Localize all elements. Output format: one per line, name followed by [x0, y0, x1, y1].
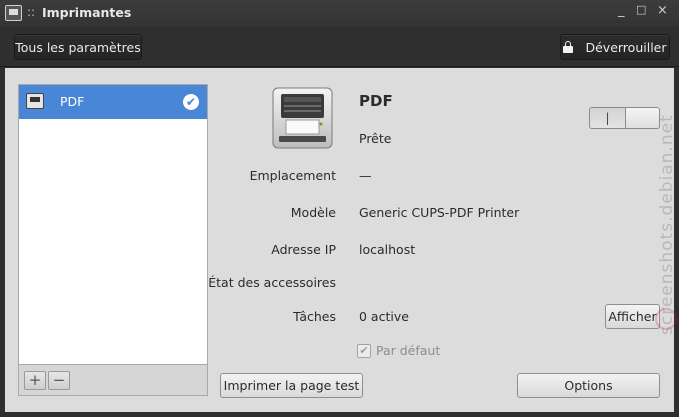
all-settings-button[interactable]: Tous les paramètres: [14, 34, 142, 60]
default-checkbox[interactable]: ✔ Par défaut: [357, 343, 440, 358]
title-separator: ::: [27, 5, 36, 19]
switch-knob[interactable]: [625, 108, 659, 128]
watermark-text: screenshots.debian.net: [657, 114, 677, 335]
printer-app-icon: [5, 5, 22, 21]
show-jobs-button[interactable]: Afficher: [605, 304, 660, 329]
minimize-icon[interactable]: _: [618, 3, 625, 18]
switch-on-glyph: |: [605, 111, 610, 125]
location-label: Emplacement: [249, 168, 336, 183]
lock-icon: [563, 41, 574, 53]
printer-list-item[interactable]: PDF ✔: [19, 85, 207, 119]
default-check-icon: ✔: [183, 94, 199, 110]
printer-list: PDF ✔: [18, 84, 208, 365]
printer-list-toolbar: + −: [18, 365, 208, 396]
header-toolbar: Tous les paramètres Déverrouiller: [0, 27, 679, 67]
add-printer-button[interactable]: +: [24, 371, 46, 390]
printer-large-icon: [272, 87, 333, 149]
printer-enable-switch[interactable]: |: [589, 107, 660, 129]
model-value[interactable]: Generic CUPS-PDF Printer: [359, 205, 519, 220]
all-settings-label: Tous les paramètres: [15, 39, 141, 55]
printer-list-item-label: PDF: [60, 94, 85, 109]
unlock-label: Déverrouiller: [585, 39, 667, 55]
ip-value: localhost: [359, 242, 416, 257]
print-test-page-label: Imprimer la page test: [223, 378, 360, 393]
debian-logo-icon: [655, 308, 677, 330]
content-area: PDF ✔ + − PDF Prête | Emplacement — Modè…: [5, 68, 674, 412]
ip-label: Adresse IP: [271, 242, 336, 257]
printer-icon: [26, 93, 44, 109]
printer-status: Prête: [359, 131, 392, 146]
maximize-icon[interactable]: □: [636, 3, 646, 16]
printer-name: PDF: [359, 92, 393, 110]
default-checkbox-label: Par défaut: [376, 343, 441, 358]
close-icon[interactable]: ×: [657, 3, 668, 18]
remove-printer-button[interactable]: −: [48, 371, 70, 390]
jobs-label: Tâches: [293, 309, 336, 324]
accessories-label: État des accessoires: [208, 275, 336, 290]
unlock-button[interactable]: Déverrouiller: [560, 34, 670, 60]
location-value[interactable]: —: [359, 168, 372, 183]
jobs-value: 0 active: [359, 309, 409, 324]
print-test-page-button[interactable]: Imprimer la page test: [220, 373, 363, 398]
options-button[interactable]: Options: [517, 373, 660, 398]
model-label: Modèle: [290, 205, 336, 220]
default-checkbox-box[interactable]: ✔: [357, 343, 371, 358]
options-label: Options: [564, 378, 613, 393]
window-title: Imprimantes: [42, 5, 132, 20]
title-bar: :: Imprimantes _ □ ×: [0, 0, 679, 27]
show-jobs-label: Afficher: [608, 309, 657, 324]
